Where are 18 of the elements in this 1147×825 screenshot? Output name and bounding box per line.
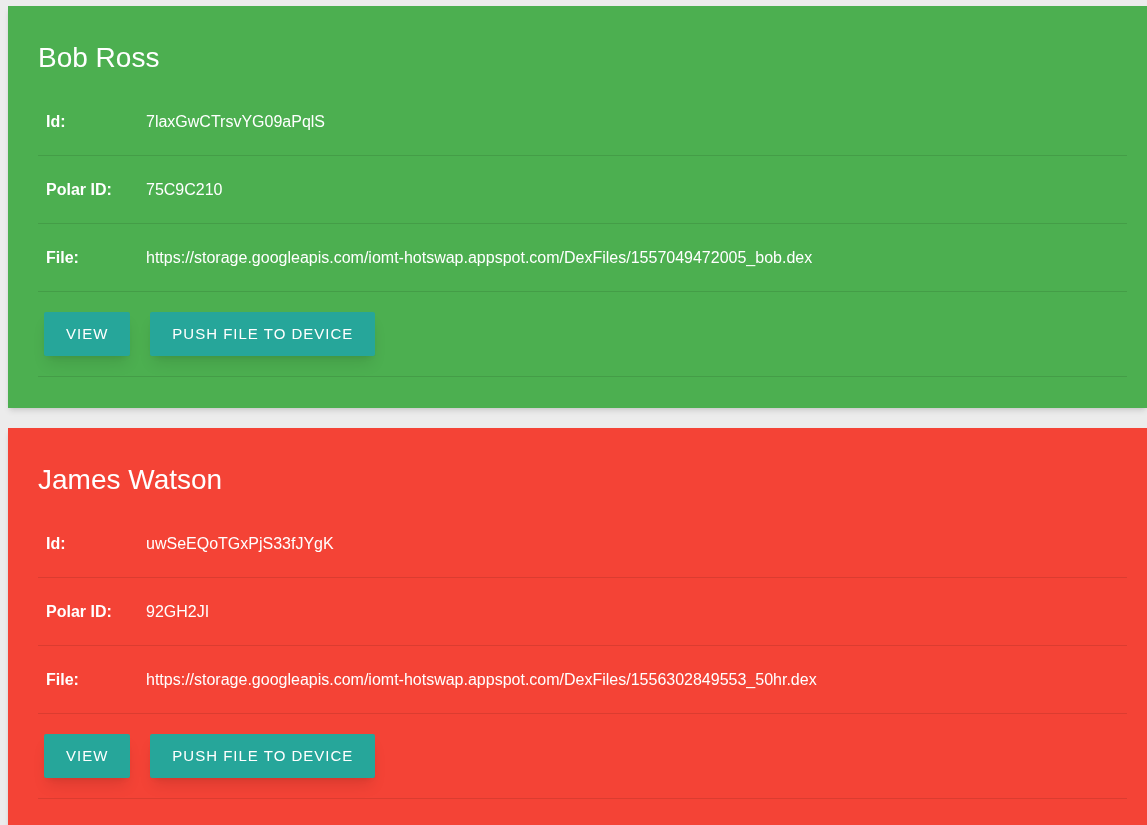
field-value: https://storage.googleapis.com/iomt-hotswap.appspot.com/DexFiles/1556302849553_50hr.dex [146,669,817,690]
action-button[interactable]: PUSH FILE TO DEVICE [150,734,376,778]
field-label: Id: [46,533,67,554]
field-value: 75C9C210 [146,179,223,200]
card-title: James Watson [38,464,223,496]
action-button[interactable]: PUSH FILE TO DEVICE [150,312,376,356]
field-label: Polar ID: [46,179,113,200]
field-value: 7laxGwCTrsvYG09aPqlS [146,111,326,132]
field-value: 92GH2JI [146,601,210,622]
card-title: Bob Ross [38,42,160,74]
field-label: File: [46,247,80,268]
action-button[interactable]: VIEW [44,312,131,356]
field-value: https://storage.googleapis.com/iomt-hotswap.appspot.com/DexFiles/1557049472005_bob.dex [146,247,813,268]
field-label: Polar ID: [46,601,113,622]
action-button[interactable]: VIEW [44,734,131,778]
field-value: uwSeEQoTGxPjS33fJYgK [146,533,334,554]
field-label: File: [46,669,80,690]
field-label: Id: [46,111,67,132]
